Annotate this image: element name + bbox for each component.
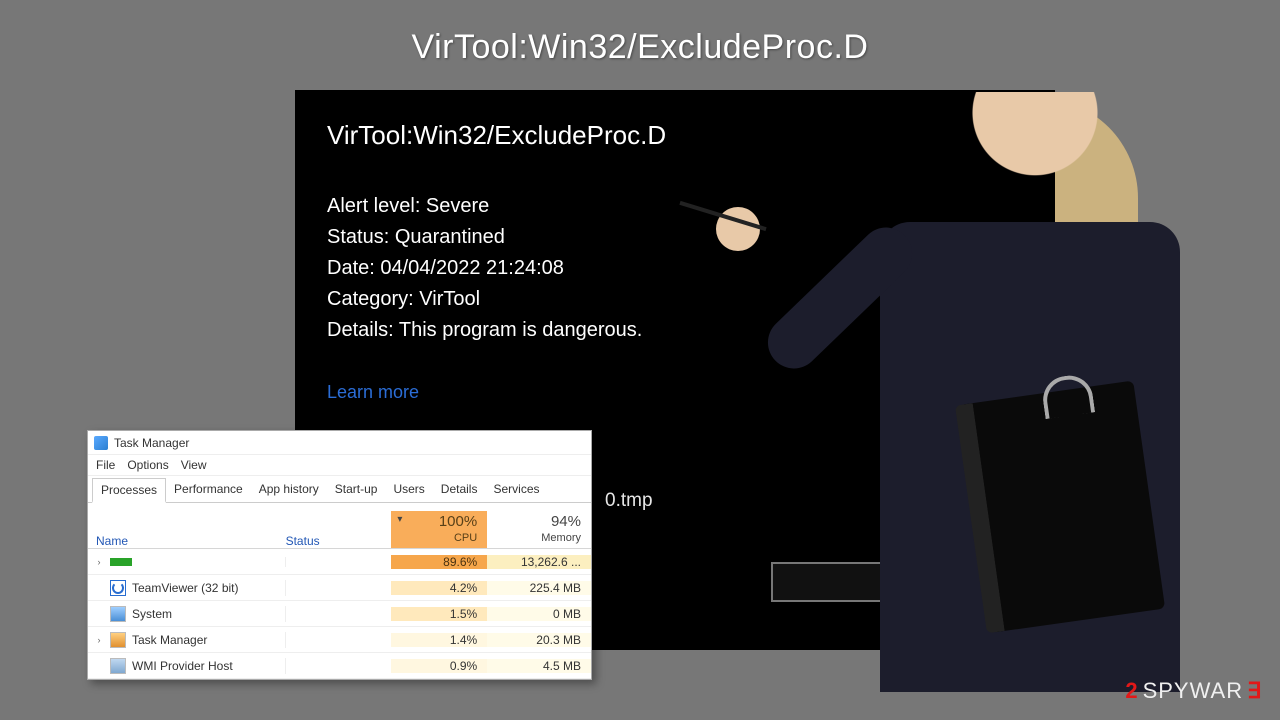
watermark-number: 2 xyxy=(1125,678,1138,704)
task-manager-titlebar[interactable]: Task Manager xyxy=(88,431,591,455)
memory-label: Memory xyxy=(541,532,581,544)
process-icon xyxy=(110,558,132,566)
process-name: Task Manager xyxy=(132,633,207,647)
process-memory-cell: 225.4 MB xyxy=(487,581,591,595)
tab-details[interactable]: Details xyxy=(433,478,486,502)
tab-startup[interactable]: Start-up xyxy=(327,478,386,502)
page-title: VirTool:Win32/ExcludeProc.D xyxy=(0,0,1280,67)
process-cpu-cell: 4.2% xyxy=(391,581,487,595)
task-manager-menubar: File Options View xyxy=(88,455,591,476)
column-status[interactable]: Status xyxy=(286,534,392,548)
process-icon xyxy=(110,606,126,622)
process-table-header: Name Status ▾ 100% CPU 94% Memory xyxy=(88,503,591,549)
menu-view[interactable]: View xyxy=(181,458,207,472)
process-name: WMI Provider Host xyxy=(132,659,233,673)
alert-level-line: Alert level: Severe xyxy=(327,191,1025,222)
process-icon xyxy=(110,658,126,674)
date-line: Date: 04/04/2022 21:24:08 xyxy=(327,253,1025,284)
process-name-cell: › xyxy=(88,557,286,567)
process-cpu-cell: 1.4% xyxy=(391,633,487,647)
task-manager-tabs: Processes Performance App history Start-… xyxy=(88,476,591,503)
watermark-text: SPYWAR xyxy=(1143,678,1244,704)
process-name-cell: › Task Manager xyxy=(88,632,286,648)
column-name[interactable]: Name xyxy=(88,534,286,548)
learn-more-link[interactable]: Learn more xyxy=(327,382,419,403)
process-name: TeamViewer (32 bit) xyxy=(132,581,239,595)
column-memory[interactable]: 94% Memory xyxy=(487,511,591,548)
tab-performance[interactable]: Performance xyxy=(166,478,251,502)
threat-details: Alert level: Severe Status: Quarantined … xyxy=(327,191,1025,346)
task-manager-window: Task Manager File Options View Processes… xyxy=(87,430,592,680)
watermark-tail: ∃ xyxy=(1247,678,1262,704)
cpu-total: 100% xyxy=(397,513,477,530)
menu-file[interactable]: File xyxy=(96,458,115,472)
process-name-cell: System xyxy=(88,606,286,622)
process-name-cell: TeamViewer (32 bit) xyxy=(88,580,286,596)
process-cpu-cell: 0.9% xyxy=(391,659,487,673)
expand-chevron-icon[interactable]: › xyxy=(94,557,104,567)
process-cpu-cell: 1.5% xyxy=(391,607,487,621)
cpu-label: CPU xyxy=(454,532,477,544)
tab-services[interactable]: Services xyxy=(485,478,547,502)
threat-name: VirTool:Win32/ExcludeProc.D xyxy=(327,120,1025,151)
defender-action-button[interactable] xyxy=(771,562,1011,602)
task-manager-icon xyxy=(94,436,108,450)
menu-options[interactable]: Options xyxy=(127,458,168,472)
tab-processes[interactable]: Processes xyxy=(92,478,166,503)
process-memory-cell: 13,262.6 ... xyxy=(487,555,591,569)
process-memory-cell: 20.3 MB xyxy=(487,633,591,647)
task-manager-title: Task Manager xyxy=(114,436,189,450)
watermark: 2 SPYWAR ∃ xyxy=(1125,678,1262,704)
process-icon xyxy=(110,580,126,596)
tab-app-history[interactable]: App history xyxy=(251,478,327,502)
table-row[interactable]: WMI Provider Host 0.9%4.5 MB xyxy=(88,653,591,679)
affected-file-fragment: 0.tmp xyxy=(605,490,653,512)
table-row[interactable]: › Task Manager 1.4%20.3 MB xyxy=(88,627,591,653)
table-row[interactable]: TeamViewer (32 bit) 4.2%225.4 MB xyxy=(88,575,591,601)
memory-total: 94% xyxy=(493,513,581,530)
process-cpu-cell: 89.6% xyxy=(391,555,487,569)
process-icon xyxy=(110,632,126,648)
category-line: Category: VirTool xyxy=(327,284,1025,315)
process-table-body: › 89.6%13,262.6 ... TeamViewer (32 bit) 4.2… xyxy=(88,549,591,679)
process-name: System xyxy=(132,607,172,621)
process-memory-cell: 4.5 MB xyxy=(487,659,591,673)
table-row[interactable]: › 89.6%13,262.6 ... xyxy=(88,549,591,575)
column-cpu[interactable]: ▾ 100% CPU xyxy=(391,511,487,548)
tab-users[interactable]: Users xyxy=(385,478,432,502)
status-line: Status: Quarantined xyxy=(327,222,1025,253)
expand-chevron-icon[interactable]: › xyxy=(94,635,104,645)
sort-chevron-icon: ▾ xyxy=(397,514,402,525)
table-row[interactable]: System 1.5%0 MB xyxy=(88,601,591,627)
details-line: Details: This program is dangerous. xyxy=(327,315,1025,346)
process-name-cell: WMI Provider Host xyxy=(88,658,286,674)
process-memory-cell: 0 MB xyxy=(487,607,591,621)
